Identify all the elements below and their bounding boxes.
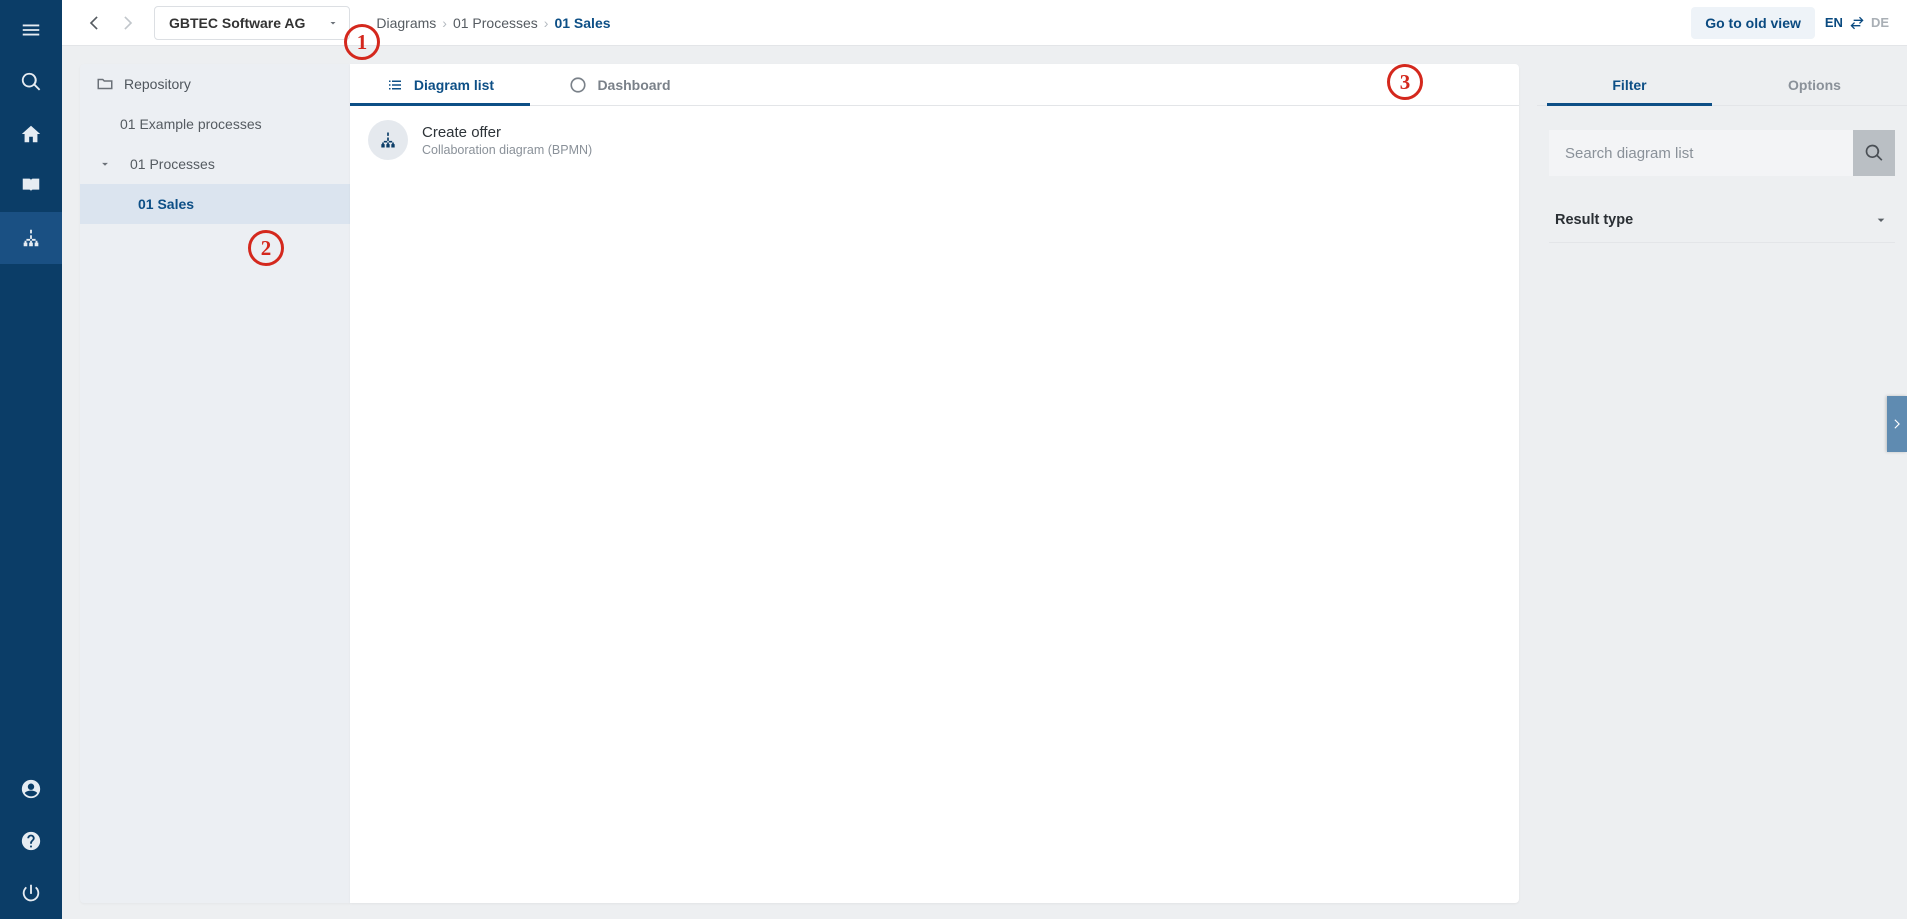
- search-button[interactable]: [1853, 130, 1895, 176]
- filter-panel: Filter Options Result type: [1537, 64, 1907, 903]
- breadcrumb-processes[interactable]: 01 Processes: [453, 15, 538, 31]
- diagram-type-icon: [368, 120, 408, 160]
- tab-label: Dashboard: [597, 77, 670, 93]
- filter-section-label: Result type: [1555, 212, 1633, 228]
- tree-root-label: Repository: [124, 76, 191, 92]
- tab-diagram-list[interactable]: Diagram list: [350, 64, 530, 105]
- go-to-old-view-button[interactable]: Go to old view: [1691, 7, 1815, 39]
- chevron-down-icon: [327, 17, 339, 29]
- tree-item-example-processes[interactable]: 01 Example processes: [80, 104, 350, 144]
- tab-label: Filter: [1612, 77, 1646, 93]
- center-tabs: Diagram list Dashboard: [350, 64, 1519, 106]
- breadcrumb-diagrams[interactable]: Diagrams: [376, 15, 436, 31]
- menu-icon[interactable]: [0, 4, 62, 56]
- search-bar: [1549, 130, 1895, 176]
- search-icon: [1864, 143, 1884, 163]
- language-switch: EN DE: [1825, 15, 1889, 31]
- lang-en[interactable]: EN: [1825, 15, 1843, 30]
- topbar: GBTEC Software AG Diagrams › 01 Processe…: [62, 0, 1907, 46]
- tab-dashboard[interactable]: Dashboard: [530, 64, 710, 105]
- chevron-down-icon: [1873, 212, 1889, 228]
- tree-item-processes[interactable]: 01 Processes: [80, 144, 350, 184]
- home-icon[interactable]: [0, 108, 62, 160]
- breadcrumb-sep: ›: [544, 15, 549, 31]
- diagram-list-item[interactable]: Create offer Collaboration diagram (BPMN…: [350, 106, 1519, 174]
- dashboard-icon: [569, 76, 587, 94]
- tab-filter[interactable]: Filter: [1537, 64, 1722, 105]
- tree-item-label: 01 Sales: [138, 196, 194, 212]
- breadcrumb: Diagrams › 01 Processes › 01 Sales: [376, 15, 610, 31]
- tree-item-label: 01 Processes: [130, 156, 215, 172]
- diagram-title: Create offer: [422, 124, 592, 141]
- folder-icon: [96, 75, 114, 93]
- power-icon[interactable]: [0, 867, 62, 919]
- filter-tabs: Filter Options: [1537, 64, 1907, 106]
- lang-de[interactable]: DE: [1871, 15, 1889, 30]
- swap-icon[interactable]: [1849, 15, 1865, 31]
- chevron-down-icon: [98, 157, 112, 171]
- book-icon[interactable]: [0, 160, 62, 212]
- user-icon[interactable]: [0, 763, 62, 815]
- hierarchy-icon[interactable]: [0, 212, 62, 264]
- repository-tree: Repository 01 Example processes 01 Proce…: [80, 64, 350, 903]
- list-icon: [386, 76, 404, 94]
- tab-label: Diagram list: [414, 77, 494, 93]
- help-icon[interactable]: [0, 815, 62, 867]
- diagram-subtitle: Collaboration diagram (BPMN): [422, 143, 592, 157]
- chevron-right-icon: [1890, 417, 1904, 431]
- breadcrumb-sales[interactable]: 01 Sales: [554, 15, 610, 31]
- breadcrumb-sep: ›: [442, 15, 447, 31]
- left-nav-rail: [0, 0, 62, 919]
- workspace-name: GBTEC Software AG: [169, 15, 305, 31]
- tree-item-sales[interactable]: 01 Sales: [80, 184, 350, 224]
- filter-section-result-type[interactable]: Result type: [1549, 212, 1895, 243]
- tab-options[interactable]: Options: [1722, 64, 1907, 105]
- back-button[interactable]: [80, 9, 108, 37]
- expand-right-panel-button[interactable]: [1887, 396, 1907, 452]
- tree-root[interactable]: Repository: [80, 64, 350, 104]
- search-input[interactable]: [1549, 130, 1853, 176]
- tab-label: Options: [1788, 77, 1841, 93]
- search-icon[interactable]: [0, 56, 62, 108]
- center-panel: Diagram list Dashboard Create offer Coll…: [350, 64, 1519, 903]
- forward-button[interactable]: [114, 9, 142, 37]
- tree-item-label: 01 Example processes: [120, 116, 262, 132]
- workspace-selector[interactable]: GBTEC Software AG: [154, 6, 350, 40]
